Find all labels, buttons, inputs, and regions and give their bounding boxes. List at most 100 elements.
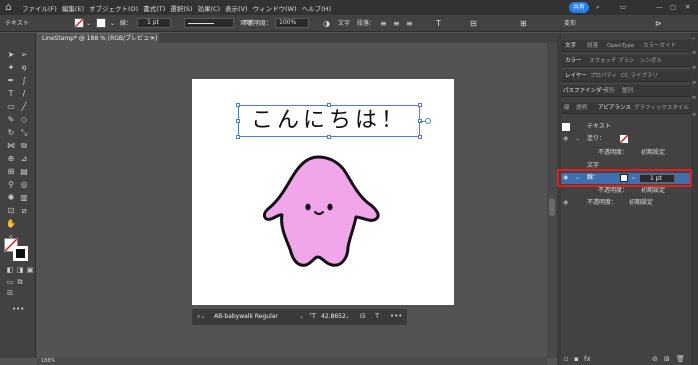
- align-right-icon[interactable]: ≡: [406, 19, 413, 28]
- slice-tool-icon[interactable]: ⧄: [19, 206, 29, 215]
- scale-tool-icon[interactable]: ⤡: [19, 128, 29, 137]
- chevron-down-icon[interactable]: ⌄: [345, 314, 350, 320]
- maximize-icon[interactable]: ▢: [670, 4, 676, 11]
- shape-builder-icon[interactable]: ⊕: [6, 154, 16, 163]
- clear-appearance-icon[interactable]: ⊘: [652, 356, 658, 363]
- menu-object[interactable]: オブジェクト(O): [89, 3, 138, 13]
- opacity-field[interactable]: 100%: [275, 18, 309, 28]
- free-transform-icon[interactable]: ⧉: [19, 141, 29, 150]
- chevron-down-icon[interactable]: ⌄: [86, 19, 91, 28]
- blend-tool-icon[interactable]: ◎: [19, 180, 29, 189]
- fill-swatch[interactable]: [74, 18, 84, 28]
- menu-effect[interactable]: 効果(C): [197, 3, 220, 13]
- eraser-icon[interactable]: ◇: [19, 115, 29, 124]
- drawing-mode-icon[interactable]: ⊟: [5, 289, 15, 298]
- tab-properties[interactable]: プロパティ: [590, 73, 617, 80]
- text-thread-port[interactable]: [425, 118, 431, 124]
- perspective-grid-icon[interactable]: ⊿: [19, 154, 29, 163]
- panel-menu-icon[interactable]: ≡: [692, 66, 696, 71]
- paintbrush-icon[interactable]: ╱: [19, 102, 29, 111]
- para-link[interactable]: 段落：: [357, 19, 375, 28]
- artboard-text[interactable]: こんにちは！: [240, 106, 418, 136]
- tab-close-icon[interactable]: ×: [150, 34, 155, 43]
- pen-tool-icon[interactable]: ✒: [6, 76, 16, 85]
- font-size-field[interactable]: 42.8652: [321, 314, 346, 320]
- fill-opacity-row[interactable]: 不透明度： 初期設定: [561, 148, 691, 159]
- menu-help[interactable]: ヘルプ(H): [302, 3, 331, 13]
- paragraph-align-icon[interactable]: ⊟: [360, 313, 366, 320]
- add-stroke-icon[interactable]: ▫: [564, 356, 569, 363]
- distribute-icon[interactable]: ⊞: [520, 19, 527, 28]
- tab-opentype[interactable]: OpenType: [607, 43, 634, 50]
- tab-appearance[interactable]: アピアランス: [598, 105, 631, 112]
- artboard-tool-icon[interactable]: ⊡: [6, 206, 16, 215]
- chevron-down-icon[interactable]: ⌄: [299, 314, 304, 320]
- arrange-icon[interactable]: ▭: [620, 4, 626, 11]
- symbol-sprayer-icon[interactable]: ✺: [6, 193, 16, 202]
- selection-tool-icon[interactable]: ➤: [6, 50, 16, 59]
- scrollbar-thumb[interactable]: [549, 198, 555, 216]
- graph-tool-icon[interactable]: ▥: [19, 193, 29, 202]
- panel-menu-icon[interactable]: ≡: [692, 51, 696, 56]
- tab-color[interactable]: カラー: [565, 58, 582, 65]
- vertical-scrollbar[interactable]: [547, 43, 557, 358]
- trash-icon[interactable]: 🗑: [676, 356, 685, 363]
- minimize-icon[interactable]: —: [656, 4, 663, 11]
- tab-cc-libraries[interactable]: CC ライブラリ: [621, 73, 658, 80]
- rotate-tool-icon[interactable]: ↻: [6, 128, 16, 137]
- panel-menu-icon[interactable]: ≡: [692, 96, 696, 101]
- tab-paragraph[interactable]: 段落: [587, 43, 598, 50]
- direct-selection-icon[interactable]: ➢: [19, 50, 29, 59]
- rectangle-tool-icon[interactable]: ▭: [6, 102, 16, 111]
- tab-brushes[interactable]: ブラシ: [618, 58, 634, 65]
- eyedropper-icon[interactable]: ⚲: [6, 180, 16, 189]
- tab-transparency[interactable]: 透明: [576, 105, 587, 112]
- vertical-type-icon[interactable]: T: [436, 19, 441, 28]
- menu-file[interactable]: ファイル(F): [22, 3, 57, 13]
- align-center-icon[interactable]: ≡: [393, 19, 400, 28]
- menu-window[interactable]: ウィンドウ(W): [253, 3, 297, 13]
- window-close-icon[interactable]: ✕: [685, 4, 690, 11]
- panel-menu-icon[interactable]: ≡: [692, 113, 696, 118]
- tab-color-guide[interactable]: カラーガイド: [643, 43, 676, 50]
- more-options-icon[interactable]: •••: [390, 313, 402, 320]
- type-tool-icon[interactable]: T: [6, 89, 16, 98]
- font-search-icon[interactable]: ⌕⌄: [197, 314, 205, 320]
- gradient-tool-icon[interactable]: ▤: [19, 167, 29, 176]
- recolor-icon[interactable]: ◑: [323, 19, 330, 28]
- chevron-down-icon[interactable]: ⌄: [575, 136, 580, 142]
- zoom-level[interactable]: 188%: [41, 359, 55, 364]
- width-tool-icon[interactable]: ⋈: [6, 141, 16, 150]
- type-options-icon[interactable]: T: [375, 313, 379, 320]
- home-icon[interactable]: ⌂: [3, 2, 14, 13]
- menu-select[interactable]: 選択(S): [170, 3, 192, 13]
- draw-inside-icon[interactable]: ▣: [25, 266, 35, 275]
- search-icon[interactable]: ⌕: [596, 4, 600, 11]
- add-fill-icon[interactable]: ▪: [574, 356, 579, 363]
- bbox-handle[interactable]: [418, 103, 422, 107]
- panel-menu-icon[interactable]: ≡: [692, 81, 696, 86]
- fill-swatch[interactable]: [620, 135, 628, 143]
- fill-row[interactable]: ◉ ⌄ 塗り：: [561, 134, 691, 145]
- document-tab[interactable]: LineStamp* @ 188 % (RGB/プレビュー) ×: [37, 33, 159, 43]
- bbox-handle[interactable]: [418, 135, 422, 139]
- shaper-tool-icon[interactable]: ✎: [6, 115, 16, 124]
- stroke-weight-field[interactable]: 1 pt: [137, 18, 171, 28]
- stroke-swatch[interactable]: [96, 18, 106, 28]
- share-button[interactable]: 共有: [569, 2, 589, 13]
- tab-character[interactable]: 文字: [565, 43, 576, 50]
- chevron-down-icon[interactable]: ⌄: [110, 19, 115, 28]
- menu-view[interactable]: 表示(V): [225, 3, 248, 13]
- align-left-icon[interactable]: ≡: [380, 19, 387, 28]
- tab-align[interactable]: 整列: [622, 88, 633, 95]
- add-effect-icon[interactable]: fx: [584, 356, 591, 363]
- panel-toggle-icon[interactable]: ⊳: [655, 19, 662, 28]
- font-family-dropdown[interactable]: AB-babywalk Regular: [214, 314, 278, 320]
- hand-tool-icon[interactable]: ✋: [6, 219, 16, 228]
- brush-profile-dropdown[interactable]: [184, 18, 234, 28]
- opacity-value[interactable]: 初期設定: [641, 188, 665, 194]
- tab-pathfinder[interactable]: パスファインダー: [563, 88, 607, 95]
- align-objects-icon[interactable]: ⊟: [470, 19, 477, 28]
- curvature-icon[interactable]: ∫: [19, 76, 29, 85]
- more-tools-icon[interactable]: •••: [12, 305, 24, 314]
